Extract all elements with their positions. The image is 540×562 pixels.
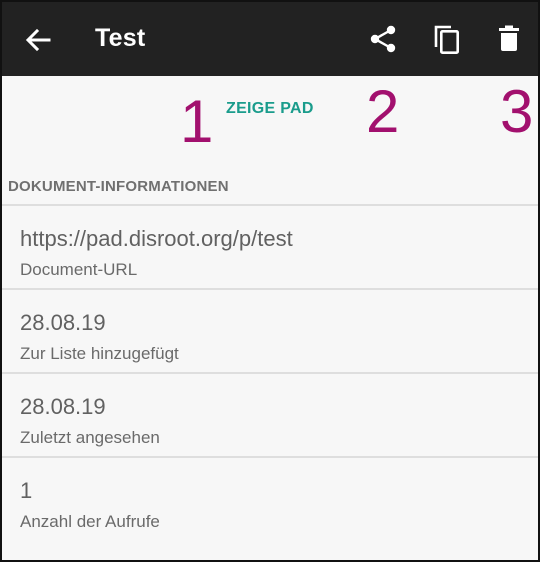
- added-date-value: 28.08.19: [20, 310, 106, 335]
- info-row-url[interactable]: https://pad.disroot.org/p/test Document-…: [2, 204, 538, 288]
- last-viewed-value: 28.08.19: [20, 394, 106, 419]
- view-count-label: Anzahl der Aufrufe: [20, 512, 160, 531]
- section-header: DOKUMENT-INFORMATIONEN: [8, 178, 229, 195]
- annotation-marker-3: 3: [500, 78, 534, 145]
- added-date-label: Zur Liste hinzugefügt: [20, 344, 179, 363]
- document-url-value: https://pad.disroot.org/p/test: [20, 226, 293, 251]
- last-viewed-label: Zuletzt angesehen: [20, 428, 160, 447]
- show-pad-button[interactable]: ZEIGE PAD: [226, 100, 314, 118]
- copy-icon[interactable]: [430, 22, 464, 56]
- share-icon[interactable]: [366, 22, 400, 56]
- annotation-marker-2: 2: [366, 78, 400, 145]
- info-row-last-viewed[interactable]: 28.08.19 Zuletzt angesehen: [2, 372, 538, 456]
- document-url-label: Document-URL: [20, 260, 138, 279]
- arrow-back-icon[interactable]: [24, 26, 52, 54]
- info-row-added[interactable]: 28.08.19 Zur Liste hinzugefügt: [2, 288, 538, 372]
- view-count-value: 1: [20, 478, 33, 503]
- delete-icon[interactable]: [492, 22, 526, 56]
- annotation-marker-1: 1: [180, 88, 214, 155]
- app-bar: Test: [2, 2, 538, 76]
- document-info-list: https://pad.disroot.org/p/test Document-…: [2, 204, 538, 540]
- page-title: Test: [95, 24, 146, 52]
- app-frame: Test 1 2 3 ZEIGE PAD DOKUMENT-INFORMATIO…: [0, 0, 540, 562]
- info-row-view-count[interactable]: 1 Anzahl der Aufrufe: [2, 456, 538, 540]
